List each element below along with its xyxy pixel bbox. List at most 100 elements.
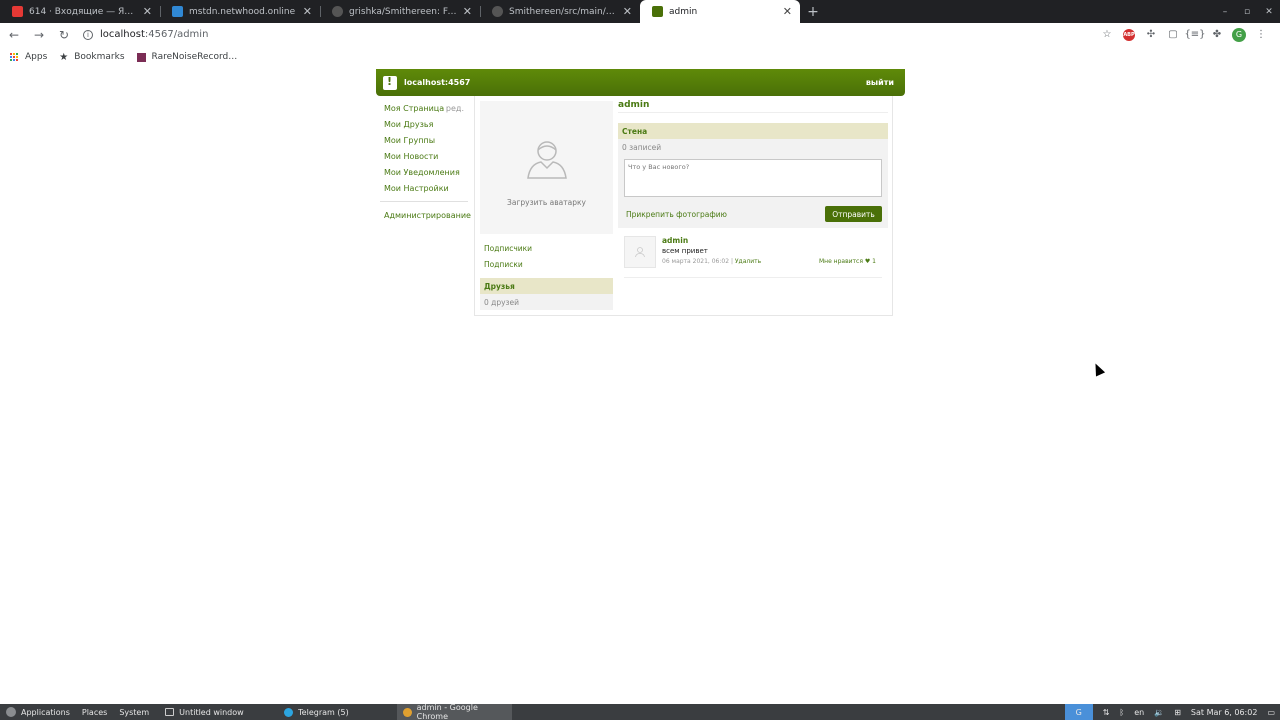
clock[interactable]: Sat Mar 6, 06:02 [1191, 708, 1258, 717]
nav-label: Мои Новости [384, 151, 439, 161]
tab-title: admin [669, 6, 698, 17]
upload-avatar-link[interactable]: Загрузить аватарку [507, 198, 586, 207]
like-button[interactable]: Мне нравится ♥ 1 [819, 258, 876, 265]
send-button[interactable]: Отправить [825, 206, 882, 222]
network-icon[interactable]: ⊞ [1174, 708, 1181, 717]
system-tray: G ⇅ ᛒ en 🔉 ⊞ Sat Mar 6, 06:02 ▭ [1060, 704, 1280, 720]
smithereen-logo-icon[interactable] [383, 75, 397, 90]
tab-title: Smithereen/src/main/java/sm [509, 6, 617, 17]
maximize-icon[interactable]: ▫ [1236, 0, 1258, 23]
applications-menu[interactable]: Applications [6, 707, 70, 717]
close-tab-icon[interactable]: ✕ [783, 5, 792, 18]
show-desktop-icon[interactable]: ▭ [1267, 708, 1275, 717]
close-tab-icon[interactable]: ✕ [143, 5, 152, 18]
post-meta: 06 марта 2021, 06:02 | Удалить [662, 258, 761, 265]
nav-label: Моя Страница [384, 103, 445, 113]
page-title: admin [618, 100, 888, 113]
address-bar[interactable]: i localhost:4567/admin [83, 25, 1096, 45]
bookmarks-bar: Apps ★ Bookmarks RareNoiseRecord… [0, 46, 1280, 68]
bluetooth-icon[interactable]: ᛒ [1119, 708, 1124, 717]
extension-blank-icon[interactable]: ▢ [1162, 25, 1184, 45]
browser-tab-github-repo[interactable]: grishka/Smithereen: Federate ✕ [320, 0, 480, 23]
tab-title: grishka/Smithereen: Federate [349, 6, 457, 17]
tab-title: 614 · Входящие — Яндекс.По [29, 6, 137, 17]
post-author-link[interactable]: admin [662, 236, 688, 245]
reload-icon[interactable]: ↻ [53, 24, 75, 46]
nav-my-settings[interactable]: Мои Настройки [376, 180, 468, 196]
following-link[interactable]: Подписки [480, 256, 613, 272]
extension-brackets-icon[interactable]: {≡} [1184, 25, 1206, 45]
mail-favicon-icon [12, 6, 23, 17]
profile-avatar-icon[interactable]: G [1228, 25, 1250, 45]
browser-tab-github-src[interactable]: Smithereen/src/main/java/sm ✕ [480, 0, 640, 23]
close-tab-icon[interactable]: ✕ [303, 5, 312, 18]
nav-my-news[interactable]: Мои Новости [376, 148, 468, 164]
bookmark-label: RareNoiseRecord… [151, 52, 238, 62]
composer-actions: Прикрепить фотографию Отправить [626, 206, 882, 222]
user-silhouette-icon [635, 247, 645, 258]
post-author-avatar[interactable] [624, 236, 656, 268]
browser-tab-admin[interactable]: admin ✕ [640, 0, 800, 23]
bookmark-rarenoise[interactable]: RareNoiseRecord… [136, 52, 238, 62]
taskbar-window-untitled[interactable]: Untitled window [159, 704, 274, 720]
like-count: 1 [872, 258, 876, 265]
menu-kebab-icon[interactable]: ⋮ [1250, 25, 1272, 45]
adblock-icon[interactable]: ABP [1118, 25, 1140, 45]
desktop-taskbar: Applications Places System Untitled wind… [0, 703, 1280, 721]
extension-pinwheel-icon[interactable]: ✣ [1140, 25, 1162, 45]
rarenoise-favicon-icon [136, 52, 146, 62]
nav-my-notifications[interactable]: Мои Уведомления [376, 164, 468, 180]
browser-tab-mail[interactable]: 614 · Входящие — Яндекс.По ✕ [0, 0, 160, 23]
taskbar-window-telegram[interactable]: Telegram (5) [278, 704, 393, 720]
browser-tab-mastodon[interactable]: mstdn.netwhood.online ✕ [160, 0, 320, 23]
edit-profile-link[interactable]: ред. [446, 104, 468, 113]
info-icon[interactable]: i [83, 29, 93, 40]
wall-title: Стена [618, 123, 888, 139]
site-host-link[interactable]: localhost:4567 [404, 78, 866, 87]
nav-my-page[interactable]: Моя Страница ред. [376, 100, 468, 116]
chrome-tray-icon[interactable]: G [1064, 704, 1093, 720]
nav-label: Мои Друзья [384, 119, 434, 129]
forward-arrow-icon[interactable]: → [28, 24, 50, 46]
wall-composer: 0 записей Прикрепить фотографию Отправит… [618, 139, 888, 228]
close-window-icon[interactable]: ✕ [1258, 0, 1280, 23]
heart-icon: ♥ [864, 258, 871, 265]
nav-my-friends[interactable]: Мои Друзья [376, 116, 468, 132]
back-arrow-icon[interactable]: ← [3, 24, 25, 46]
nav-my-groups[interactable]: Мои Группы [376, 132, 468, 148]
places-menu[interactable]: Places [82, 708, 107, 717]
bookmark-label: Apps [25, 52, 48, 62]
avatar-placeholder[interactable]: Загрузить аватарку [480, 101, 613, 234]
tray-app-icon[interactable]: ⇅ [1103, 708, 1110, 717]
close-tab-icon[interactable]: ✕ [623, 5, 632, 18]
delete-post-link[interactable]: Удалить [735, 258, 761, 265]
post-date[interactable]: 06 марта 2021, 06:02 [662, 258, 729, 265]
nav-administration[interactable]: Администрирование [376, 207, 471, 223]
logout-link[interactable]: выйти [866, 78, 894, 87]
user-silhouette-icon [526, 141, 567, 179]
friends-block-title[interactable]: Друзья [480, 278, 613, 294]
taskbar-window-chrome[interactable]: admin - Google Chrome [397, 703, 513, 721]
tab-title: mstdn.netwhood.online [189, 6, 296, 17]
bookmark-bookmarks[interactable]: ★ Bookmarks [59, 52, 124, 63]
minimize-icon[interactable]: – [1214, 0, 1236, 23]
followers-link[interactable]: Подписчики [480, 240, 613, 256]
bookmark-star-icon[interactable]: ☆ [1096, 25, 1118, 45]
window-title: Telegram (5) [298, 707, 349, 717]
system-menu[interactable]: System [119, 708, 149, 717]
puzzle-icon[interactable]: ✤ [1206, 25, 1228, 45]
close-tab-icon[interactable]: ✕ [463, 5, 472, 18]
attach-photo-link[interactable]: Прикрепить фотографию [626, 210, 727, 219]
bookmark-apps[interactable]: Apps [10, 52, 47, 62]
nav-divider [380, 201, 468, 202]
wall-post-count: 0 записей [622, 142, 662, 152]
new-post-textarea[interactable] [624, 159, 882, 197]
keyboard-layout[interactable]: en [1134, 708, 1144, 717]
window-controls: – ▫ ✕ [1214, 0, 1280, 23]
window-icon [165, 708, 175, 716]
browser-toolbar: ← → ↻ i localhost:4567/admin ☆ ABP ✣ ▢ {… [0, 23, 1280, 46]
volume-icon[interactable]: 🔉 [1154, 708, 1164, 717]
chrome-icon [403, 707, 412, 717]
new-tab-plus-icon[interactable]: + [800, 0, 826, 23]
main-column: admin Стена 0 записей Прикрепить фотогра… [618, 100, 888, 278]
